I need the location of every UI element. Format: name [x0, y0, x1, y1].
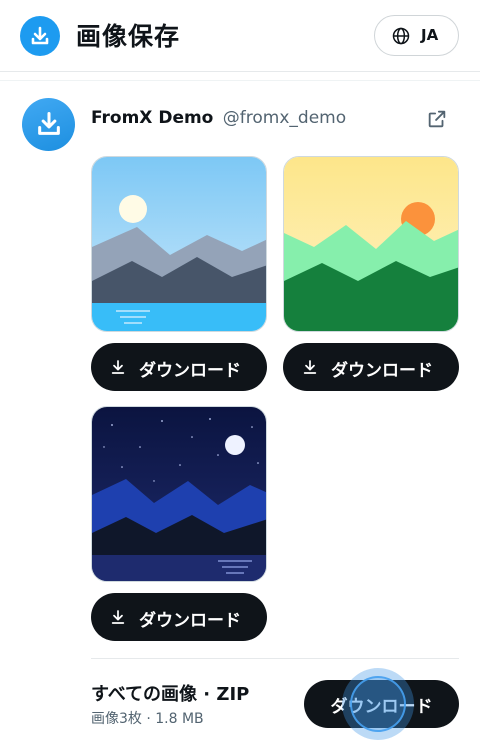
download-button-label: ダウンロード	[331, 361, 433, 381]
image-thumbnail[interactable]	[91, 156, 267, 332]
download-button[interactable]: ダウンロード	[283, 343, 459, 391]
download-icon	[20, 16, 60, 56]
language-button[interactable]: JA	[374, 15, 459, 56]
image-thumbnail[interactable]	[91, 406, 267, 582]
download-icon	[303, 360, 317, 374]
download-button-label: ダウンロード	[139, 361, 241, 381]
cursor-pointer	[350, 676, 406, 732]
download-icon	[111, 360, 125, 374]
page-title: 画像保存	[76, 22, 181, 51]
download-button[interactable]: ダウンロード	[91, 593, 267, 641]
landscape-image	[284, 157, 458, 331]
external-link-icon[interactable]	[426, 108, 448, 134]
display-name: FromX Demo	[91, 108, 214, 128]
divider	[91, 658, 459, 659]
author-row: FromX Demo @fromx_demo	[91, 108, 346, 128]
divider	[0, 80, 480, 81]
image-thumbnail[interactable]	[283, 156, 459, 332]
globe-icon	[392, 27, 410, 45]
user-handle: @fromx_demo	[222, 108, 347, 128]
download-icon	[38, 111, 60, 135]
landscape-image	[92, 407, 266, 581]
zip-title: すべての画像 · ZIP	[91, 684, 250, 705]
app-header: 画像保存 JA	[0, 0, 480, 72]
language-label: JA	[421, 26, 439, 44]
download-button-label: ダウンロード	[139, 611, 241, 631]
avatar	[22, 98, 75, 151]
zip-subtitle: 画像3枚 · 1.8 MB	[91, 711, 204, 727]
landscape-image	[92, 157, 266, 331]
download-icon	[111, 610, 125, 624]
download-button[interactable]: ダウンロード	[91, 343, 267, 391]
